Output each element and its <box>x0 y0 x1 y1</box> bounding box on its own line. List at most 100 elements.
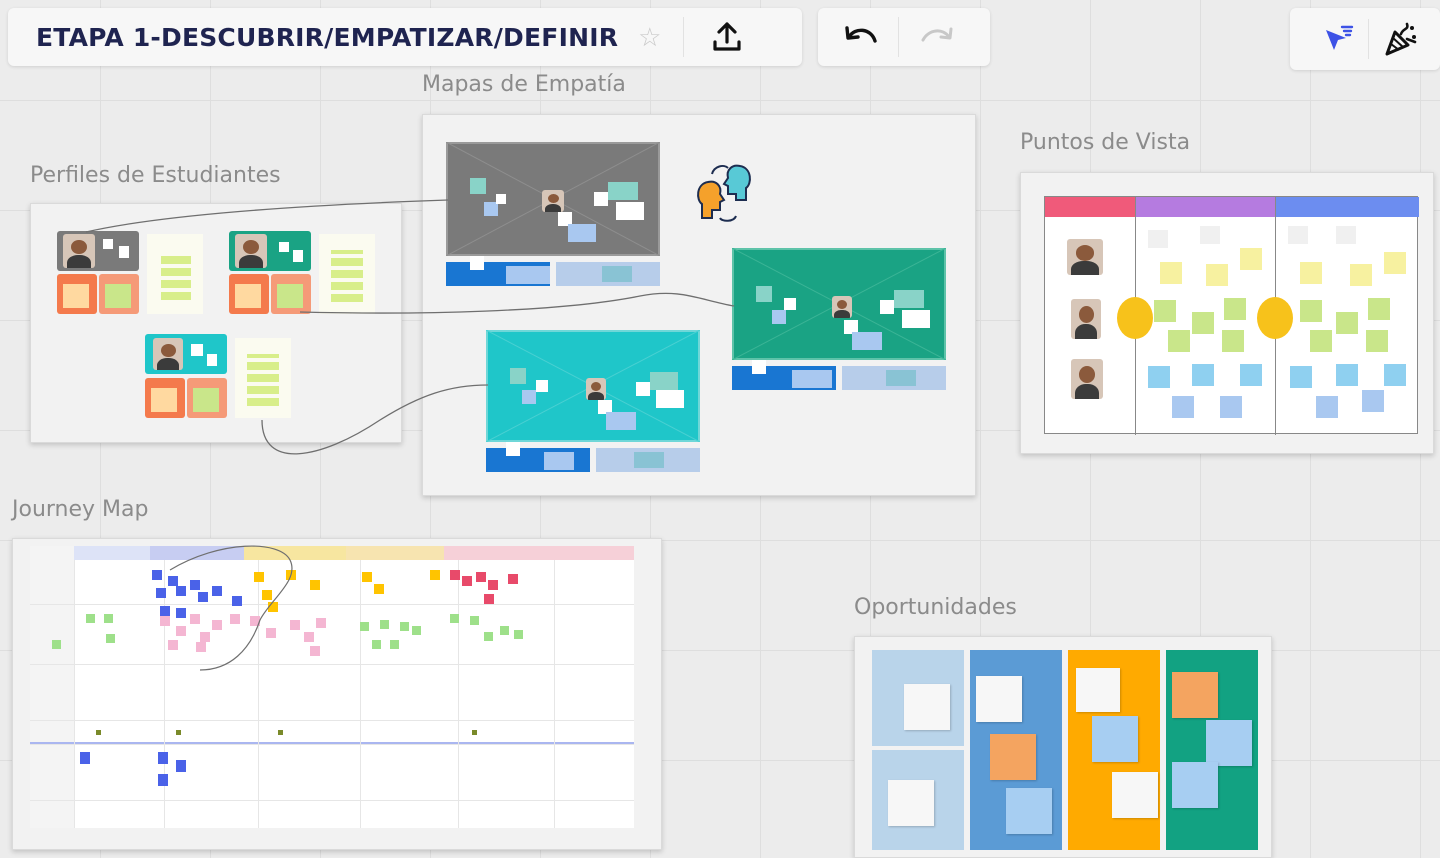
sticky-note[interactable] <box>176 626 186 636</box>
sticky-note[interactable] <box>290 620 300 630</box>
sticky-note[interactable] <box>1206 720 1252 766</box>
sticky-note[interactable] <box>514 630 523 639</box>
sticky-note[interactable] <box>484 594 494 604</box>
sticky-note[interactable] <box>198 592 208 602</box>
undo-icon[interactable] <box>838 14 884 60</box>
sticky-note[interactable] <box>470 178 486 194</box>
sticky-note[interactable] <box>1310 330 1332 352</box>
sticky-note[interactable] <box>266 628 276 638</box>
frame-title-puntos[interactable]: Puntos de Vista <box>1020 130 1190 155</box>
empathy-map-3[interactable] <box>486 330 700 442</box>
sticky-note[interactable] <box>1192 364 1214 386</box>
sticky-note[interactable] <box>158 752 168 764</box>
sticky-note[interactable] <box>176 730 181 735</box>
sticky-note[interactable] <box>496 194 506 204</box>
sticky-note[interactable] <box>86 614 95 623</box>
sticky-note[interactable] <box>412 626 421 635</box>
sticky-note[interactable] <box>96 730 101 735</box>
sticky-note[interactable] <box>235 284 261 308</box>
sticky-note[interactable] <box>508 574 518 584</box>
sticky-note[interactable] <box>636 382 650 396</box>
sticky-note[interactable] <box>430 570 440 580</box>
sticky-note[interactable] <box>1288 226 1308 244</box>
sticky-note[interactable] <box>894 290 924 308</box>
sticky-note[interactable] <box>650 372 678 390</box>
sticky-note[interactable] <box>331 250 363 302</box>
sticky-note[interactable] <box>1172 762 1218 808</box>
sticky-note[interactable] <box>880 300 894 314</box>
sticky-note[interactable] <box>310 580 320 590</box>
sticky-note[interactable] <box>279 242 289 252</box>
sticky-note[interactable] <box>176 586 186 596</box>
sticky-note[interactable] <box>380 620 389 629</box>
sticky-note[interactable] <box>1300 300 1322 322</box>
sticky-note[interactable] <box>852 332 882 350</box>
sticky-note[interactable] <box>286 570 296 580</box>
sticky-note[interactable] <box>310 646 320 656</box>
sticky-note[interactable] <box>976 676 1022 722</box>
sticky-note[interactable] <box>374 584 384 594</box>
sticky-note[interactable] <box>488 580 498 590</box>
sticky-note[interactable] <box>151 388 177 412</box>
sticky-note[interactable] <box>1148 366 1170 388</box>
frame-title-mapas[interactable]: Mapas de Empatía <box>422 72 626 97</box>
sticky-note[interactable] <box>254 572 264 582</box>
sticky-note[interactable] <box>462 576 472 586</box>
sticky-note[interactable] <box>568 224 596 242</box>
sticky-note[interactable] <box>784 298 796 310</box>
frame-title-perfiles[interactable]: Perfiles de Estudiantes <box>30 163 281 188</box>
sticky-note[interactable] <box>506 266 550 284</box>
sticky-note[interactable] <box>316 618 326 628</box>
sticky-note[interactable] <box>450 570 460 580</box>
sticky-note[interactable] <box>232 596 242 606</box>
pointer-icon[interactable] <box>1314 16 1360 62</box>
sticky-note[interactable] <box>176 760 186 772</box>
sticky-note[interactable] <box>792 370 832 388</box>
sticky-note[interactable] <box>1384 252 1406 274</box>
sticky-note[interactable] <box>1336 364 1358 386</box>
sticky-note[interactable] <box>772 310 786 324</box>
sticky-note[interactable] <box>161 252 191 300</box>
sticky-note[interactable] <box>105 284 131 308</box>
sticky-note[interactable] <box>990 734 1036 780</box>
sticky-note[interactable] <box>1362 390 1384 412</box>
sticky-note[interactable] <box>602 266 632 282</box>
sticky-note[interactable] <box>888 780 934 826</box>
sticky-note[interactable] <box>484 202 498 216</box>
sticky-note[interactable] <box>1366 330 1388 352</box>
empathy-map-1[interactable] <box>446 142 660 256</box>
party-popper-icon[interactable] <box>1377 16 1423 62</box>
sticky-note[interactable] <box>902 310 930 328</box>
frame-title-oportunidades[interactable]: Oportunidades <box>854 595 1017 620</box>
sticky-note[interactable] <box>190 580 200 590</box>
sticky-note[interactable] <box>1076 668 1120 712</box>
sticky-note[interactable] <box>756 286 772 302</box>
sticky-note[interactable] <box>476 572 486 582</box>
sticky-note[interactable] <box>160 616 170 626</box>
sticky-note[interactable] <box>52 640 61 649</box>
sticky-note[interactable] <box>594 192 608 206</box>
sticky-note[interactable] <box>63 284 89 308</box>
sticky-note[interactable] <box>656 390 684 408</box>
sticky-note[interactable] <box>450 614 459 623</box>
sticky-note[interactable] <box>200 632 210 642</box>
sticky-note[interactable] <box>230 614 240 624</box>
sticky-note[interactable] <box>190 614 200 624</box>
sticky-note[interactable] <box>278 730 283 735</box>
sticky-note[interactable] <box>472 730 477 735</box>
sticky-note[interactable] <box>1368 298 1390 320</box>
sticky-note[interactable] <box>510 368 526 384</box>
sticky-note[interactable] <box>1350 264 1372 286</box>
sticky-note[interactable] <box>119 246 129 258</box>
sticky-note[interactable] <box>360 622 369 631</box>
sticky-note[interactable] <box>1172 672 1218 718</box>
sticky-note[interactable] <box>212 586 222 596</box>
board-title[interactable]: ETAPA 1-DESCUBRIR/EMPATIZAR/DEFINIR <box>36 23 618 52</box>
sticky-note[interactable] <box>106 634 115 643</box>
sticky-note[interactable] <box>1300 262 1322 284</box>
sticky-note[interactable] <box>1336 226 1356 244</box>
empathy-map-2[interactable] <box>732 248 946 360</box>
sticky-note[interactable] <box>168 640 178 650</box>
sticky-note[interactable] <box>104 614 113 623</box>
sticky-note[interactable] <box>1168 330 1190 352</box>
